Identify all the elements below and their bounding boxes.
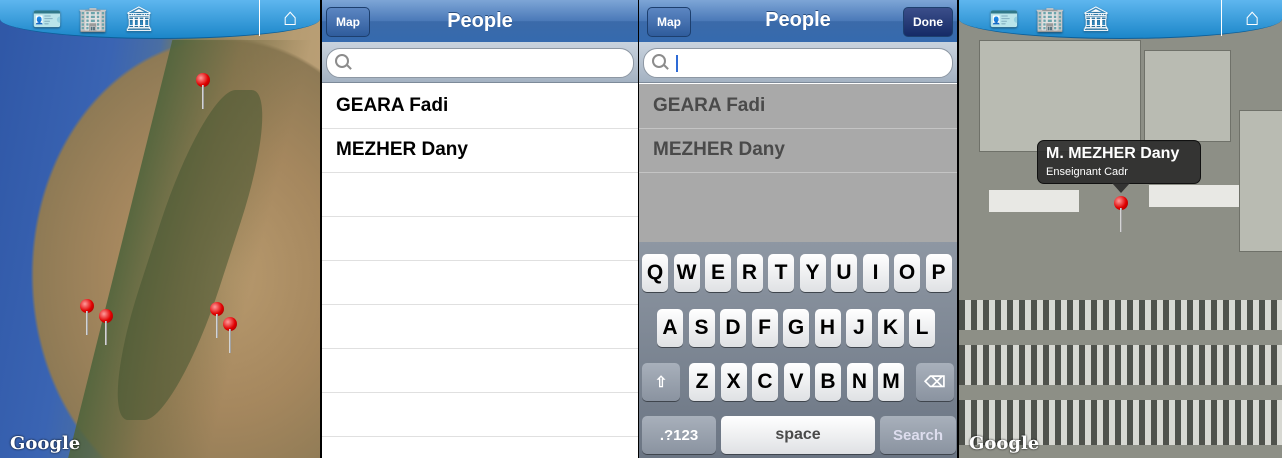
search-key[interactable]: Search [880, 416, 956, 454]
contact-card-icon[interactable]: 🪪 [30, 4, 64, 34]
map-pin[interactable] [223, 317, 237, 357]
key-u[interactable]: U [831, 254, 857, 292]
list-item-empty [322, 216, 638, 261]
page-title: People [447, 10, 513, 32]
map-pin[interactable] [210, 302, 224, 342]
key-e[interactable]: E [705, 254, 731, 292]
roof [989, 190, 1079, 212]
search-bar [639, 42, 957, 83]
space-key[interactable]: space [721, 416, 875, 454]
key-b[interactable]: B [815, 363, 841, 401]
key-y[interactable]: Y [799, 254, 826, 292]
map-view-detail[interactable]: 🪪 🏢 🏛 ⌂ M. MEZHER Dany Enseignant Cadr G… [959, 0, 1282, 458]
search-bar [322, 42, 638, 83]
building [979, 40, 1141, 152]
numbers-key[interactable]: .?123 [642, 416, 716, 454]
nav-bar: Map People Done [639, 0, 957, 43]
map-pin[interactable] [80, 299, 94, 339]
key-m[interactable]: M [878, 363, 904, 401]
backspace-key[interactable]: ⌫ [916, 363, 954, 401]
dimmed-results-overlay[interactable]: GEARA Fadi MEZHER Dany [639, 84, 957, 244]
home-icon: ⌂ [282, 4, 298, 31]
google-attribution: Google [969, 433, 1040, 454]
person-name: GEARA Fadi [653, 95, 766, 116]
key-w[interactable]: W [673, 254, 700, 292]
key-i[interactable]: I [862, 254, 889, 292]
list-item[interactable]: GEARA Fadi [322, 84, 638, 129]
key-h[interactable]: H [814, 309, 841, 347]
search-input[interactable] [326, 48, 634, 78]
key-p[interactable]: P [925, 254, 952, 292]
map-view-overview[interactable]: 🪪 🏢 🏛 ⌂ Google [0, 0, 320, 458]
google-attribution: Google [10, 433, 81, 454]
text-cursor [676, 55, 678, 72]
key-r[interactable]: R [736, 254, 763, 292]
search-icon [335, 54, 349, 68]
callout-title: M. MEZHER Dany [1046, 145, 1180, 162]
people-list-view: Map People GEARA Fadi MEZHER Dany [322, 0, 638, 458]
home-button[interactable]: ⌂ [259, 0, 320, 36]
campus-icon[interactable]: 🏛 [122, 4, 156, 34]
building-row [959, 300, 1282, 330]
list-item-empty [322, 172, 638, 217]
list-item: MEZHER Dany [639, 128, 957, 173]
list-item-empty [322, 304, 638, 349]
key-a[interactable]: A [657, 309, 683, 347]
map-pin[interactable] [1114, 196, 1128, 236]
people-search-view: Map People Done GEARA Fadi MEZHER Dany Q… [639, 0, 957, 458]
map-pin[interactable] [99, 309, 113, 349]
home-button[interactable]: ⌂ [1221, 0, 1282, 36]
callout-subtitle: Enseignant Cadr [1046, 166, 1128, 178]
key-n[interactable]: N [846, 363, 873, 401]
building-icon[interactable]: 🏢 [1033, 4, 1067, 34]
list-item-empty [322, 260, 638, 305]
building-row [959, 345, 1282, 385]
map-toolbar: 🪪 🏢 🏛 ⌂ [959, 0, 1282, 39]
map-pin[interactable] [196, 73, 210, 113]
key-d[interactable]: D [720, 309, 746, 347]
satellite-map[interactable] [0, 0, 320, 458]
building-icon[interactable]: 🏢 [76, 4, 110, 34]
contact-card-icon[interactable]: 🪪 [987, 4, 1021, 34]
list-item-empty [322, 392, 638, 437]
key-g[interactable]: G [783, 309, 809, 347]
building [1144, 50, 1231, 142]
search-input[interactable] [643, 48, 953, 78]
key-q[interactable]: Q [642, 254, 668, 292]
map-callout[interactable]: M. MEZHER Dany Enseignant Cadr [1037, 140, 1201, 193]
roof [1149, 185, 1239, 207]
campus-icon[interactable]: 🏛 [1079, 4, 1113, 34]
key-k[interactable]: K [877, 309, 904, 347]
key-c[interactable]: C [752, 363, 778, 401]
list-item-empty [322, 348, 638, 393]
search-icon [652, 54, 666, 68]
map-toolbar: 🪪 🏢 🏛 ⌂ [0, 0, 320, 39]
building [1239, 110, 1282, 252]
key-x[interactable]: X [720, 363, 747, 401]
list-item: GEARA Fadi [639, 84, 957, 129]
person-name: MEZHER Dany [336, 139, 468, 160]
onscreen-keyboard: Q W E R T Y U I O P A S D F G H J K L ⇧ Z X C V B N M ⌫ .?123 space Se… [639, 242, 957, 458]
key-v[interactable]: V [783, 363, 810, 401]
key-l[interactable]: L [909, 309, 935, 347]
key-s[interactable]: S [688, 309, 715, 347]
list-item[interactable]: MEZHER Dany [322, 128, 638, 173]
person-name: MEZHER Dany [653, 139, 785, 160]
home-icon: ⌂ [1244, 4, 1260, 31]
nav-bar: Map People [322, 0, 638, 43]
key-j[interactable]: J [846, 309, 872, 347]
shift-key[interactable]: ⇧ [642, 363, 680, 401]
key-z[interactable]: Z [689, 363, 715, 401]
key-t[interactable]: T [768, 254, 794, 292]
key-o[interactable]: O [894, 254, 920, 292]
person-name: GEARA Fadi [336, 95, 449, 116]
done-button[interactable]: Done [903, 7, 953, 37]
key-f[interactable]: F [751, 309, 778, 347]
